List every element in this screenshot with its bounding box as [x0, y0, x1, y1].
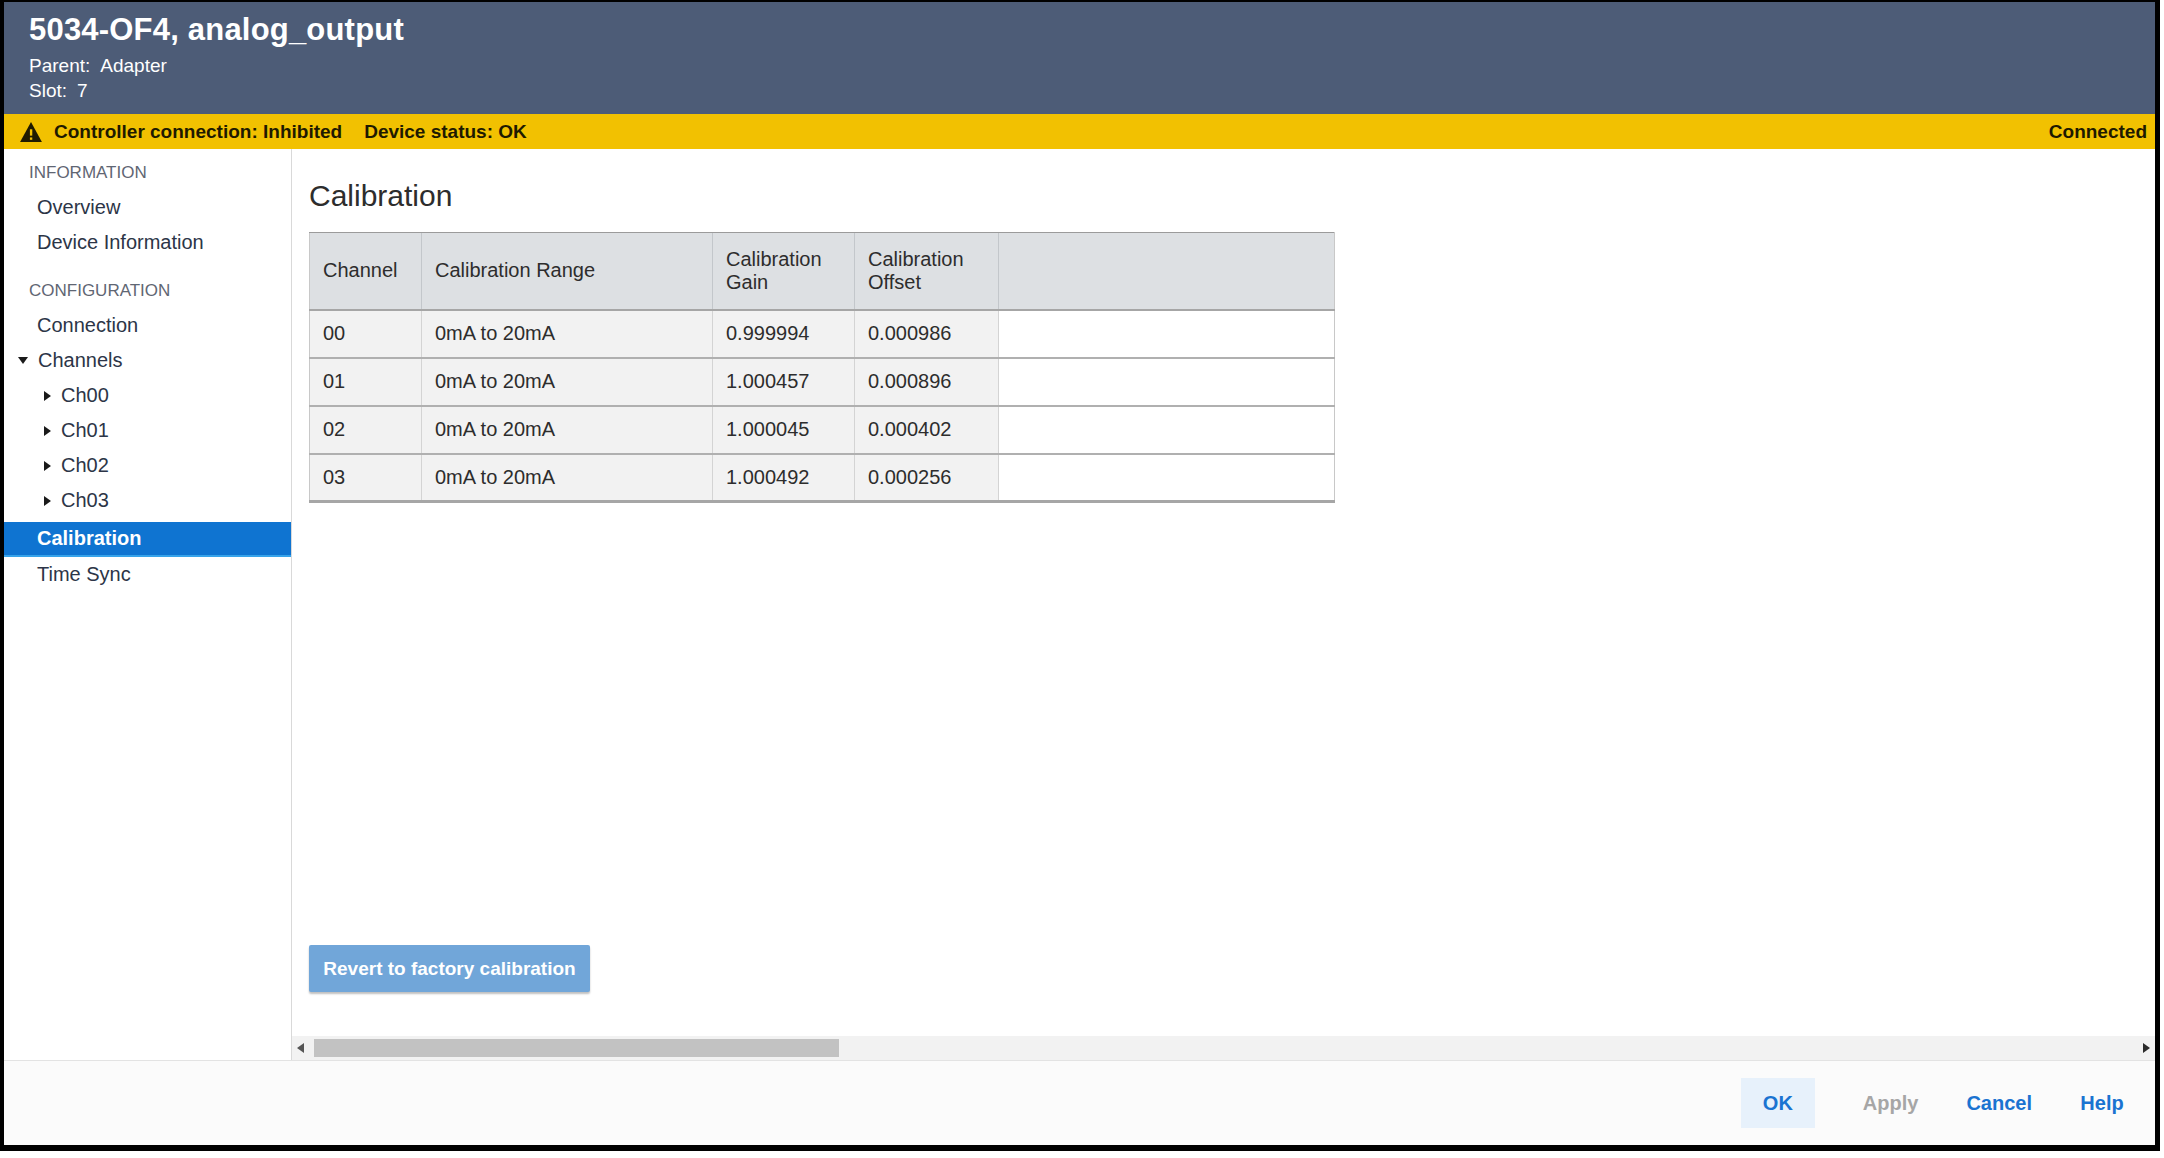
main-content: Calibration ChannelCalibration RangeCali… [292, 149, 2155, 1060]
sidebar-item-label: Overview [37, 196, 120, 219]
column-header-calibration-gain: Calibration Gain [713, 233, 855, 310]
parent-value: Adapter [100, 55, 167, 76]
column-header-empty [999, 233, 1335, 310]
table-cell: 0.000986 [855, 310, 999, 358]
table-row-channel-01: 010mA to 20mA1.0004570.000896 [310, 358, 1335, 406]
slot-label: Slot: [29, 80, 67, 101]
table-row-channel-02: 020mA to 20mA1.0000450.000402 [310, 406, 1335, 454]
calibration-table: ChannelCalibration RangeCalibration Gain… [309, 232, 1335, 503]
sidebar-item-label: Calibration [37, 527, 141, 550]
sidebar-item-ch03[interactable]: Ch03 [4, 483, 291, 518]
parent-info: Parent: Adapter [29, 55, 2155, 77]
table-cell: 03 [310, 454, 422, 502]
ok-button[interactable]: OK [1741, 1078, 1815, 1128]
alert-bar: Controller connection: Inhibited Device … [4, 114, 2155, 149]
navigation-sidebar: INFORMATION Overview Device Information CON… [4, 149, 292, 1060]
table-cell: 0.000402 [855, 406, 999, 454]
sidebar-item-label: Connection [37, 314, 138, 337]
scroll-right-arrow-icon[interactable] [2143, 1043, 2150, 1053]
table-cell: 0mA to 20mA [422, 406, 713, 454]
sidebar-item-calibration[interactable]: Calibration [4, 522, 291, 557]
table-cell: 0mA to 20mA [422, 454, 713, 502]
sidebar-item-device-information[interactable]: Device Information [4, 225, 291, 260]
table-cell: 01 [310, 358, 422, 406]
horizontal-scrollbar[interactable] [292, 1036, 2155, 1060]
sidebar-item-label: Time Sync [37, 563, 131, 586]
sidebar-section-configuration: CONFIGURATION [4, 273, 291, 308]
table-cell: 0.000896 [855, 358, 999, 406]
table-cell [999, 310, 1335, 358]
column-header-calibration-offset: Calibration Offset [855, 233, 999, 310]
connected-status: Connected [2049, 121, 2147, 143]
revert-to-factory-calibration-button[interactable]: Revert to factory calibration [309, 945, 590, 992]
table-cell: 0.000256 [855, 454, 999, 502]
sidebar-item-channels[interactable]: Channels [4, 343, 291, 378]
sidebar-item-connection[interactable]: Connection [4, 308, 291, 343]
sidebar-item-label: Channels [38, 349, 123, 372]
sidebar-item-overview[interactable]: Overview [4, 190, 291, 225]
sidebar-section-information: INFORMATION [4, 155, 291, 190]
sidebar-item-label: Ch00 [61, 384, 109, 407]
expand-arrow-icon[interactable] [44, 426, 51, 436]
table-cell: 0mA to 20mA [422, 310, 713, 358]
expand-arrow-icon[interactable] [44, 461, 51, 471]
table-row-channel-03: 030mA to 20mA1.0004920.000256 [310, 454, 1335, 502]
apply-button[interactable]: Apply [1863, 1092, 1919, 1115]
device-title: 5034-OF4, analog_output [29, 12, 2155, 48]
help-button[interactable]: Help [2080, 1092, 2124, 1115]
device-status: Device status: OK [364, 121, 527, 143]
table-cell: 1.000492 [713, 454, 855, 502]
slot-info: Slot: 7 [29, 80, 2155, 102]
sidebar-item-label: Ch03 [61, 489, 109, 512]
table-cell: 1.000045 [713, 406, 855, 454]
controller-connection-status: Controller connection: Inhibited [54, 121, 342, 143]
sidebar-item-ch00[interactable]: Ch00 [4, 378, 291, 413]
table-cell [999, 454, 1335, 502]
expand-arrow-icon[interactable] [44, 391, 51, 401]
collapse-arrow-icon[interactable] [18, 357, 28, 364]
table-cell: 02 [310, 406, 422, 454]
table-row-channel-00: 000mA to 20mA0.9999940.000986 [310, 310, 1335, 358]
warning-triangle-icon [20, 122, 42, 142]
sidebar-item-label: Ch02 [61, 454, 109, 477]
table-cell: 0mA to 20mA [422, 358, 713, 406]
cancel-button[interactable]: Cancel [1966, 1092, 2032, 1115]
sidebar-item-label: Device Information [37, 231, 204, 254]
sidebar-item-label: Ch01 [61, 419, 109, 442]
sidebar-item-ch01[interactable]: Ch01 [4, 413, 291, 448]
window-header: 5034-OF4, analog_output Parent: Adapter S… [4, 2, 2155, 114]
table-cell: 1.000457 [713, 358, 855, 406]
table-cell: 00 [310, 310, 422, 358]
sidebar-item-time-sync[interactable]: Time Sync [4, 557, 291, 592]
parent-label: Parent: [29, 55, 90, 76]
table-cell [999, 406, 1335, 454]
slot-value: 7 [77, 80, 88, 101]
dialog-footer: OK Apply Cancel Help [4, 1060, 2155, 1145]
page-title: Calibration [309, 176, 2155, 216]
expand-arrow-icon[interactable] [44, 496, 51, 506]
table-cell [999, 358, 1335, 406]
scroll-left-arrow-icon[interactable] [297, 1043, 304, 1053]
device-profile-window: 5034-OF4, analog_output Parent: Adapter S… [0, 0, 2160, 1151]
column-header-calibration-range: Calibration Range [422, 233, 713, 310]
scrollbar-thumb[interactable] [314, 1039, 839, 1057]
table-cell: 0.999994 [713, 310, 855, 358]
column-header-channel: Channel [310, 233, 422, 310]
sidebar-item-ch02[interactable]: Ch02 [4, 448, 291, 483]
